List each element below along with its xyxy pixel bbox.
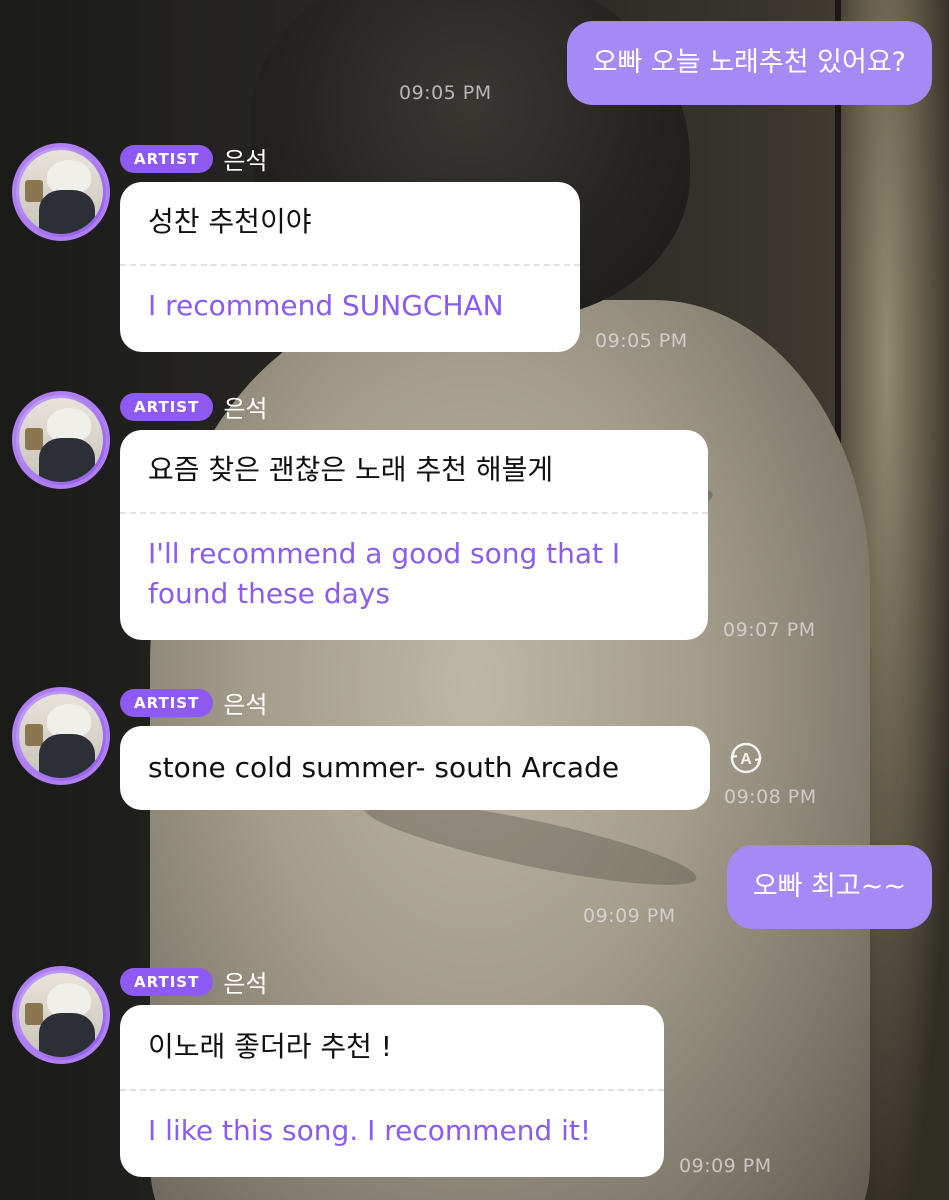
artist-message-bubble[interactable]: 성찬 추천이야 I recommend SUNGCHAN <box>120 182 580 352</box>
message-text-korean: 성찬 추천이야 <box>148 205 312 238</box>
message-time: 09:08 PM <box>724 786 817 808</box>
artist-name-row: ARTIST 은석 <box>120 141 268 176</box>
artist-name-row: ARTIST 은석 <box>120 964 268 999</box>
artist-name-row: ARTIST 은석 <box>120 685 268 720</box>
message-text: stone cold summer- south Arcade <box>148 751 620 784</box>
message-translation: I recommend SUNGCHAN <box>148 289 504 322</box>
translation-line: found these days <box>148 577 390 610</box>
artist-message-bubble[interactable]: stone cold summer- south Arcade <box>120 726 710 810</box>
artist-avatar[interactable] <box>12 687 110 785</box>
message-time: 09:09 PM <box>583 905 676 927</box>
message-text: 오빠 최고~~ <box>752 871 906 902</box>
message-text-korean: 요즘 찾은 괜찮은 노래 추천 해볼게 <box>148 453 554 486</box>
message-translation: I'll recommend a good song that I found … <box>148 514 680 632</box>
translate-icon[interactable]: A <box>728 740 764 776</box>
artist-avatar[interactable] <box>12 143 110 241</box>
artist-name: 은석 <box>223 970 268 998</box>
message-time: 09:05 PM <box>595 330 688 352</box>
svg-text:A: A <box>740 751 752 768</box>
artist-name: 은석 <box>223 691 268 719</box>
artist-badge: ARTIST <box>120 688 214 717</box>
message-text: 오빠 오늘 노래추천 있어요? <box>592 47 906 78</box>
artist-message-bubble[interactable]: 이노래 좋더라 추천 ! I like this song. I recomme… <box>120 1005 664 1177</box>
artist-name-row: ARTIST 은석 <box>120 389 268 424</box>
chat-area[interactable]: 오빠 오늘 노래추천 있어요? 09:05 PM ARTIST 은석 성찬 추천… <box>0 0 949 1200</box>
artist-message-bubble[interactable]: 요즘 찾은 괜찮은 노래 추천 해볼게 I'll recommend a goo… <box>120 430 708 640</box>
artist-avatar[interactable] <box>12 966 110 1064</box>
artist-avatar[interactable] <box>12 391 110 489</box>
message-time: 09:05 PM <box>399 82 492 104</box>
translation-line: I'll recommend a good song that I <box>148 537 621 570</box>
message-time: 09:09 PM <box>679 1155 772 1177</box>
message-translation: I like this song. I recommend it! <box>148 1114 592 1147</box>
artist-badge: ARTIST <box>120 967 214 996</box>
message-text-korean: 이노래 좋더라 추천 ! <box>148 1030 393 1063</box>
message-time: 09:07 PM <box>723 619 816 641</box>
my-message-bubble[interactable]: 오빠 오늘 노래추천 있어요? <box>566 21 932 105</box>
artist-badge: ARTIST <box>120 392 214 421</box>
artist-badge: ARTIST <box>120 144 214 173</box>
artist-name: 은석 <box>223 147 268 175</box>
my-message-bubble[interactable]: 오빠 최고~~ <box>726 845 932 929</box>
artist-name: 은석 <box>223 395 268 423</box>
